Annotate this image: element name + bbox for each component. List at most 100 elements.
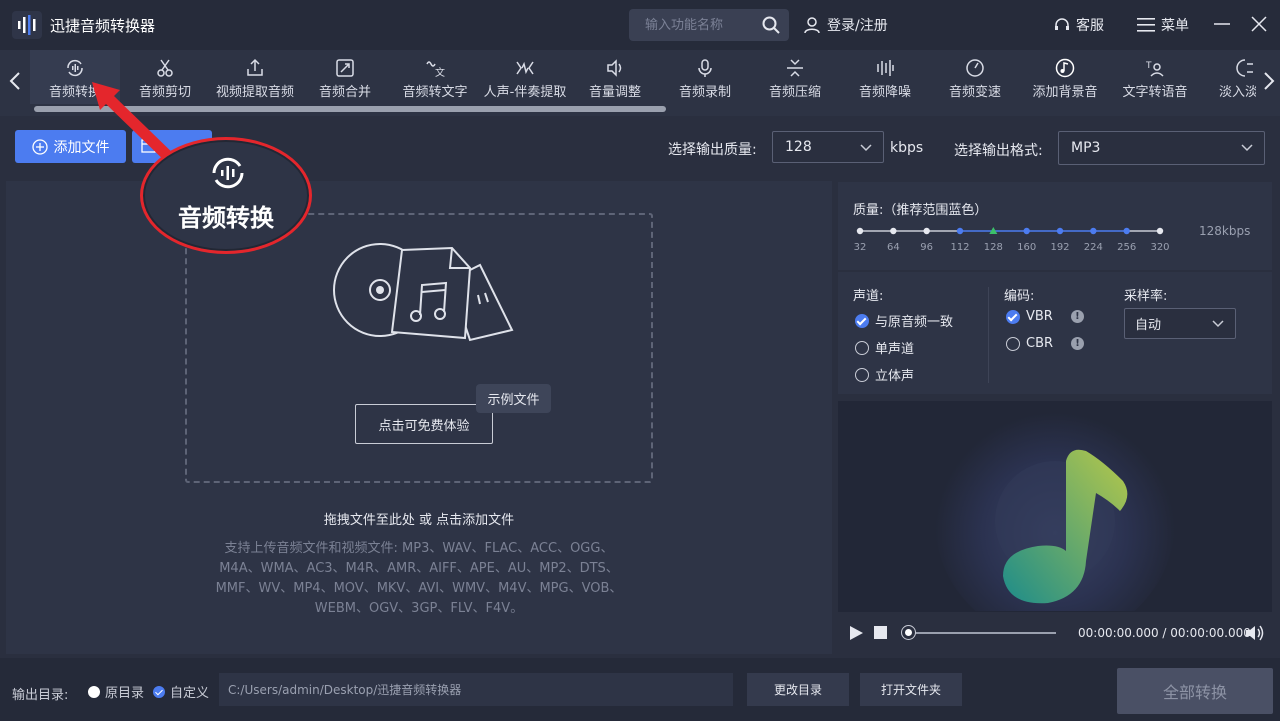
tab-label: 音频变速 [948,85,1001,100]
svg-text:文: 文 [435,66,445,78]
convert-all-button[interactable]: 全部转换 [1117,668,1273,714]
samplerate-select[interactable]: 自动 [1124,308,1236,339]
tab-label: 音频降噪 [858,85,911,100]
output-original-option[interactable]: 原目录 [88,682,144,701]
app-title: 迅捷音频转换器 [50,17,156,35]
output-quality-value: 128 [785,139,812,155]
output-quality-select[interactable]: 128 [772,131,884,163]
login-button[interactable]: 登录/注册 [803,14,888,36]
channel-option-stereo[interactable]: 立体声 [855,365,914,384]
menu-label: 菜单 [1161,18,1189,34]
output-path-input[interactable] [219,673,733,706]
tab-microphone[interactable]: 音频录制 [660,50,750,104]
slider-tick[interactable] [1023,227,1030,235]
play-icon[interactable] [848,625,864,641]
minimize-icon[interactable] [1211,13,1233,35]
samplerate-value: 自动 [1135,318,1162,333]
sample-file-badge: 示例文件 [476,384,551,413]
quality-slider[interactable]: 32 64 96 112 128 160 192 224 256 320 [852,222,1172,256]
text-speech-icon: T [1145,61,1164,77]
channel-option-original[interactable]: 与原音频一致 [855,311,953,330]
chevron-right-icon[interactable] [1258,66,1280,96]
tab-label: 音频合并 [318,85,371,100]
free-trial-button[interactable]: 点击可免费体验 [355,404,493,444]
time-display: 00:00:00.000 / 00:00:00.000 [1078,626,1251,640]
output-custom-option[interactable]: 自定义 [153,682,209,701]
close-icon[interactable] [1248,13,1270,35]
tab-compress[interactable]: 音频压缩 [750,50,840,104]
radio-checked-icon [153,685,165,698]
slider-tick[interactable] [1123,227,1130,235]
slider-tick[interactable] [856,227,864,235]
audio-convert-icon [212,157,244,189]
slider-tick-label: 128 [984,242,1003,253]
slider-tick[interactable] [890,227,897,235]
kbps-label: kbps [890,140,924,156]
tab-text-speech[interactable]: T 文字转语音 [1110,50,1200,104]
output-format-value: MP3 [1071,140,1101,156]
tab-music-note[interactable]: 添加背景音 [1020,50,1110,104]
stop-icon[interactable] [874,626,887,639]
change-dir-button[interactable]: 更改目录 [747,673,849,706]
music-note-icon [1055,58,1075,78]
audio-convert-icon [67,59,83,77]
channel-option-label: 单声道 [875,342,915,357]
codec-option-vbr[interactable]: VBR ! [1006,309,1084,324]
quality-title: 质量:（推荐范围蓝色） [853,203,988,218]
radio-checked-icon [1006,309,1020,324]
tab-label: 音量调整 [588,85,641,100]
slider-tick[interactable] [956,227,964,235]
slider-tick[interactable] [1156,227,1164,235]
chevron-down-icon [1241,144,1253,152]
app-logo-icon [12,11,42,39]
chevron-down-icon [1212,320,1224,328]
tab-merge[interactable]: 音频合并 [300,50,390,104]
tab-denoise[interactable]: 音频降噪 [840,50,930,104]
tab-label: 音频压缩 [768,85,821,100]
tab-volume[interactable]: 音量调整 [570,50,660,104]
slider-tick[interactable] [923,227,930,235]
output-format-select[interactable]: MP3 [1058,131,1265,165]
slider-tick[interactable] [1090,227,1097,235]
slider-tick-label: 96 [920,242,933,253]
tab-speed[interactable]: 音频变速 [930,50,1020,104]
callout-label: 音频转换 [178,204,274,232]
tab-upload[interactable]: 视频提取音频 [210,50,300,104]
search-input[interactable] [629,9,757,41]
tab-voice-extract[interactable]: 人声-伴奏提取 [480,50,570,104]
channel-option-label: 与原音频一致 [875,315,954,330]
open-folder-button[interactable]: 打开文件夹 [860,673,962,706]
search-box[interactable] [629,9,789,41]
output-dir-label: 输出目录: [12,688,69,703]
supported-formats-line: 支持上传音频文件和视频文件: MP3、WAV、FLAC、ACC、OGG、 [224,541,614,556]
codec-option-cbr[interactable]: CBR ! [1006,336,1085,351]
info-icon[interactable]: ! [1070,310,1084,323]
tab-label: 人声-伴奏提取 [483,85,567,100]
hamburger-icon [1137,18,1155,32]
voice-extract-icon [516,61,534,75]
tab-label: 视频提取音频 [215,85,294,100]
tab-label: 音频录制 [678,85,731,100]
slider-tick-label: 160 [1017,242,1036,253]
slider-tick-label: 320 [1150,242,1169,253]
progress-track[interactable] [906,632,1056,634]
slider-tick-label: 256 [1117,242,1136,253]
channel-option-mono[interactable]: 单声道 [855,338,914,357]
progress-knob[interactable] [902,626,915,639]
fade-icon [1236,59,1253,77]
tab-fade[interactable]: 淡入淡出 [1200,50,1256,104]
info-icon[interactable]: ! [1071,337,1085,350]
search-icon[interactable] [761,15,781,35]
merge-icon [336,59,354,77]
speaker-icon[interactable] [1244,624,1266,642]
menu-button[interactable]: 菜单 [1137,14,1189,36]
service-button[interactable]: 客服 [1054,14,1104,36]
tab-label: 文字转语音 [1122,85,1188,100]
tab-audio-text[interactable]: 文音频转文字 [390,50,480,104]
slider-tick-label: 64 [887,242,900,253]
slider-tick[interactable] [1056,227,1064,235]
supported-formats-line: MMF、WV、MP4、MOV、MKV、AVI、WMV、M4V、MPG、VOB、 [215,581,623,596]
chevron-left-icon[interactable] [4,66,26,96]
scissors-icon [157,59,173,77]
radio-icon [855,367,869,382]
